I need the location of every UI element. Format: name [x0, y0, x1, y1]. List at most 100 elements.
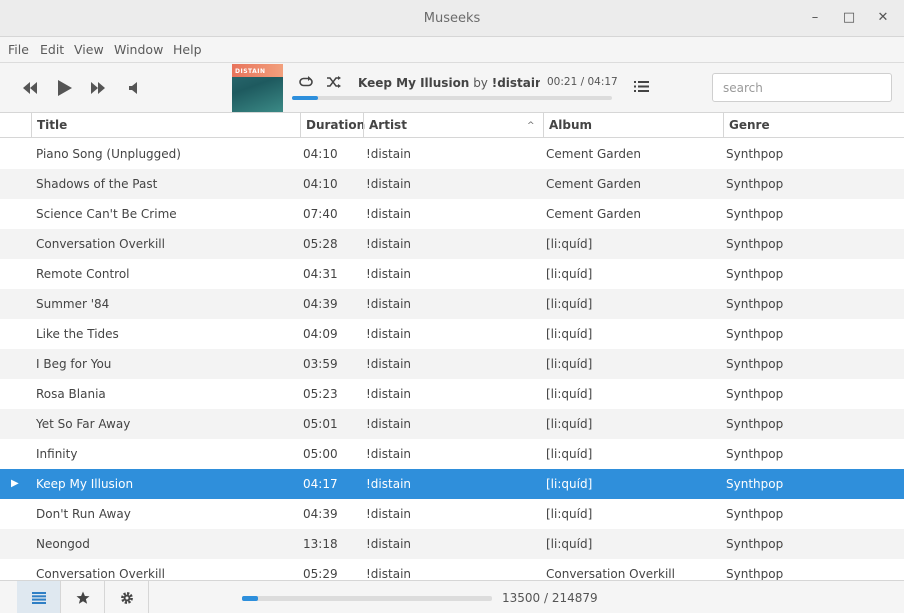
maximize-icon: □	[842, 10, 856, 25]
close-button[interactable]: ✕	[874, 9, 892, 27]
track-duration: 03:59	[303, 357, 338, 371]
shuffle-icon	[327, 76, 341, 88]
track-row[interactable]: Rosa Blania 05:23 !distain [li:quíd] Synthpo…	[0, 379, 904, 409]
track-progress-fill	[292, 96, 319, 100]
track-genre: Synthpop	[726, 237, 784, 251]
menu-view[interactable]: View	[74, 42, 104, 57]
track-row[interactable]: Science Can't Be Crime 07:40 !distain Cemen…	[0, 199, 904, 229]
menu-window[interactable]: Window	[114, 42, 163, 57]
track-row[interactable]: I Beg for You 03:59 !distain [li:quíd] Synth…	[0, 349, 904, 379]
player-toolbar: DISTAIN Keep My Illusion by !distain on …	[0, 63, 904, 113]
column-header-duration[interactable]: Duration	[300, 113, 365, 138]
track-progress-bar[interactable]	[292, 96, 612, 100]
now-playing-title: Keep My Illusion	[358, 76, 470, 90]
track-genre: Synthpop	[726, 447, 784, 461]
sort-ascending-icon: ^	[527, 121, 535, 131]
track-row[interactable]: Conversation Overkill 05:29 !distain Conver…	[0, 559, 904, 580]
album-cover[interactable]: DISTAIN	[232, 64, 283, 112]
track-album: [li:quíd]	[546, 447, 593, 461]
next-button[interactable]	[89, 79, 107, 100]
previous-button[interactable]	[21, 79, 39, 100]
track-row[interactable]: Summer '84 04:39 !distain [li:quíd] Synthpop	[0, 289, 904, 319]
track-row[interactable]: Piano Song (Unplugged) 04:10 !distain Cemen…	[0, 139, 904, 169]
track-duration: 05:01	[303, 417, 338, 431]
track-duration: 04:17	[303, 477, 338, 491]
track-duration: 07:40	[303, 207, 338, 221]
window-title: Museeks	[423, 11, 481, 26]
track-duration: 04:09	[303, 327, 338, 341]
track-row[interactable]: Shadows of the Past 04:10 !distain Cement G…	[0, 169, 904, 199]
cover-text: DISTAIN	[235, 68, 266, 75]
track-artist: !distain	[366, 537, 412, 551]
track-title: Infinity	[36, 447, 78, 461]
next-icon	[91, 82, 105, 94]
column-header-genre[interactable]: Genre	[723, 113, 904, 138]
track-genre: Synthpop	[726, 177, 784, 191]
track-title: Summer '84	[36, 297, 110, 311]
column-header-artist[interactable]: Artist	[363, 113, 543, 138]
track-duration: 05:28	[303, 237, 338, 251]
track-row[interactable]: Neongod 13:18 !distain [li:quíd] Synthpop	[0, 529, 904, 559]
menu-help[interactable]: Help	[173, 42, 202, 57]
title-bar: Museeks – □ ✕	[0, 0, 904, 37]
column-header-title[interactable]: Title	[31, 113, 300, 138]
track-artist: !distain	[366, 177, 412, 191]
track-album: [li:quíd]	[546, 357, 593, 371]
playlists-tab-button[interactable]	[61, 581, 105, 613]
minimize-button[interactable]: –	[806, 9, 824, 27]
track-album: [li:quíd]	[546, 327, 593, 341]
track-title: Keep My Illusion	[36, 477, 134, 491]
track-title: Neongod	[36, 537, 90, 551]
track-title: Rosa Blania	[36, 387, 106, 401]
track-row[interactable]: Like the Tides 04:09 !distain [li:quíd] Synt…	[0, 319, 904, 349]
track-duration: 04:10	[303, 177, 338, 191]
track-album: [li:quíd]	[546, 477, 593, 491]
track-artist: !distain	[366, 447, 412, 461]
track-artist: !distain	[366, 567, 412, 580]
now-playing-artist: !distain	[491, 76, 540, 90]
close-icon: ✕	[877, 10, 889, 25]
track-album: [li:quíd]	[546, 417, 593, 431]
search-input[interactable]	[712, 73, 892, 102]
repeat-button[interactable]	[298, 76, 314, 91]
track-title: Like the Tides	[36, 327, 119, 341]
menu-edit[interactable]: Edit	[40, 42, 64, 57]
star-icon	[76, 591, 89, 604]
track-genre: Synthpop	[726, 267, 784, 281]
track-duration: 05:00	[303, 447, 338, 461]
shuffle-button[interactable]	[326, 76, 342, 91]
volume-icon	[129, 82, 137, 94]
now-playing-by: by	[473, 76, 488, 90]
track-genre: Synthpop	[726, 537, 784, 551]
track-album: [li:quíd]	[546, 387, 593, 401]
track-row[interactable]: ▶ Keep My Illusion 04:17 !distain [li:quíd] S…	[0, 469, 904, 499]
track-row[interactable]: Infinity 05:00 !distain [li:quíd] Synthpop	[0, 439, 904, 469]
track-artist: !distain	[366, 147, 412, 161]
library-refresh-progress-fill	[242, 596, 258, 601]
track-title: Conversation Overkill	[36, 237, 165, 251]
settings-tab-button[interactable]	[105, 581, 149, 613]
play-button[interactable]	[54, 78, 74, 101]
maximize-button[interactable]: □	[840, 9, 858, 27]
menu-file[interactable]: File	[8, 42, 29, 57]
volume-button[interactable]	[128, 81, 140, 98]
track-row[interactable]: Remote Control 04:31 !distain [li:quíd] Synt…	[0, 259, 904, 289]
track-row[interactable]: Don't Run Away 04:39 !distain [li:quíd] Synt…	[0, 499, 904, 529]
track-title: Don't Run Away	[36, 507, 131, 521]
track-album: Cement Garden	[546, 207, 641, 221]
library-tab-button[interactable]	[17, 581, 61, 613]
track-genre: Synthpop	[726, 477, 784, 491]
track-artist: !distain	[366, 207, 412, 221]
column-header-album[interactable]: Album	[543, 113, 723, 138]
track-album: [li:quíd]	[546, 267, 593, 281]
track-row[interactable]: Conversation Overkill 05:28 !distain [li:qu…	[0, 229, 904, 259]
track-artist: !distain	[366, 327, 412, 341]
track-artist: !distain	[366, 417, 412, 431]
track-genre: Synthpop	[726, 207, 784, 221]
track-duration: 04:10	[303, 147, 338, 161]
play-icon	[58, 80, 72, 96]
track-row[interactable]: Yet So Far Away 05:01 !distain [li:quíd] Syn…	[0, 409, 904, 439]
track-genre: Synthpop	[726, 327, 784, 341]
track-genre: Synthpop	[726, 417, 784, 431]
queue-button[interactable]	[634, 80, 649, 96]
